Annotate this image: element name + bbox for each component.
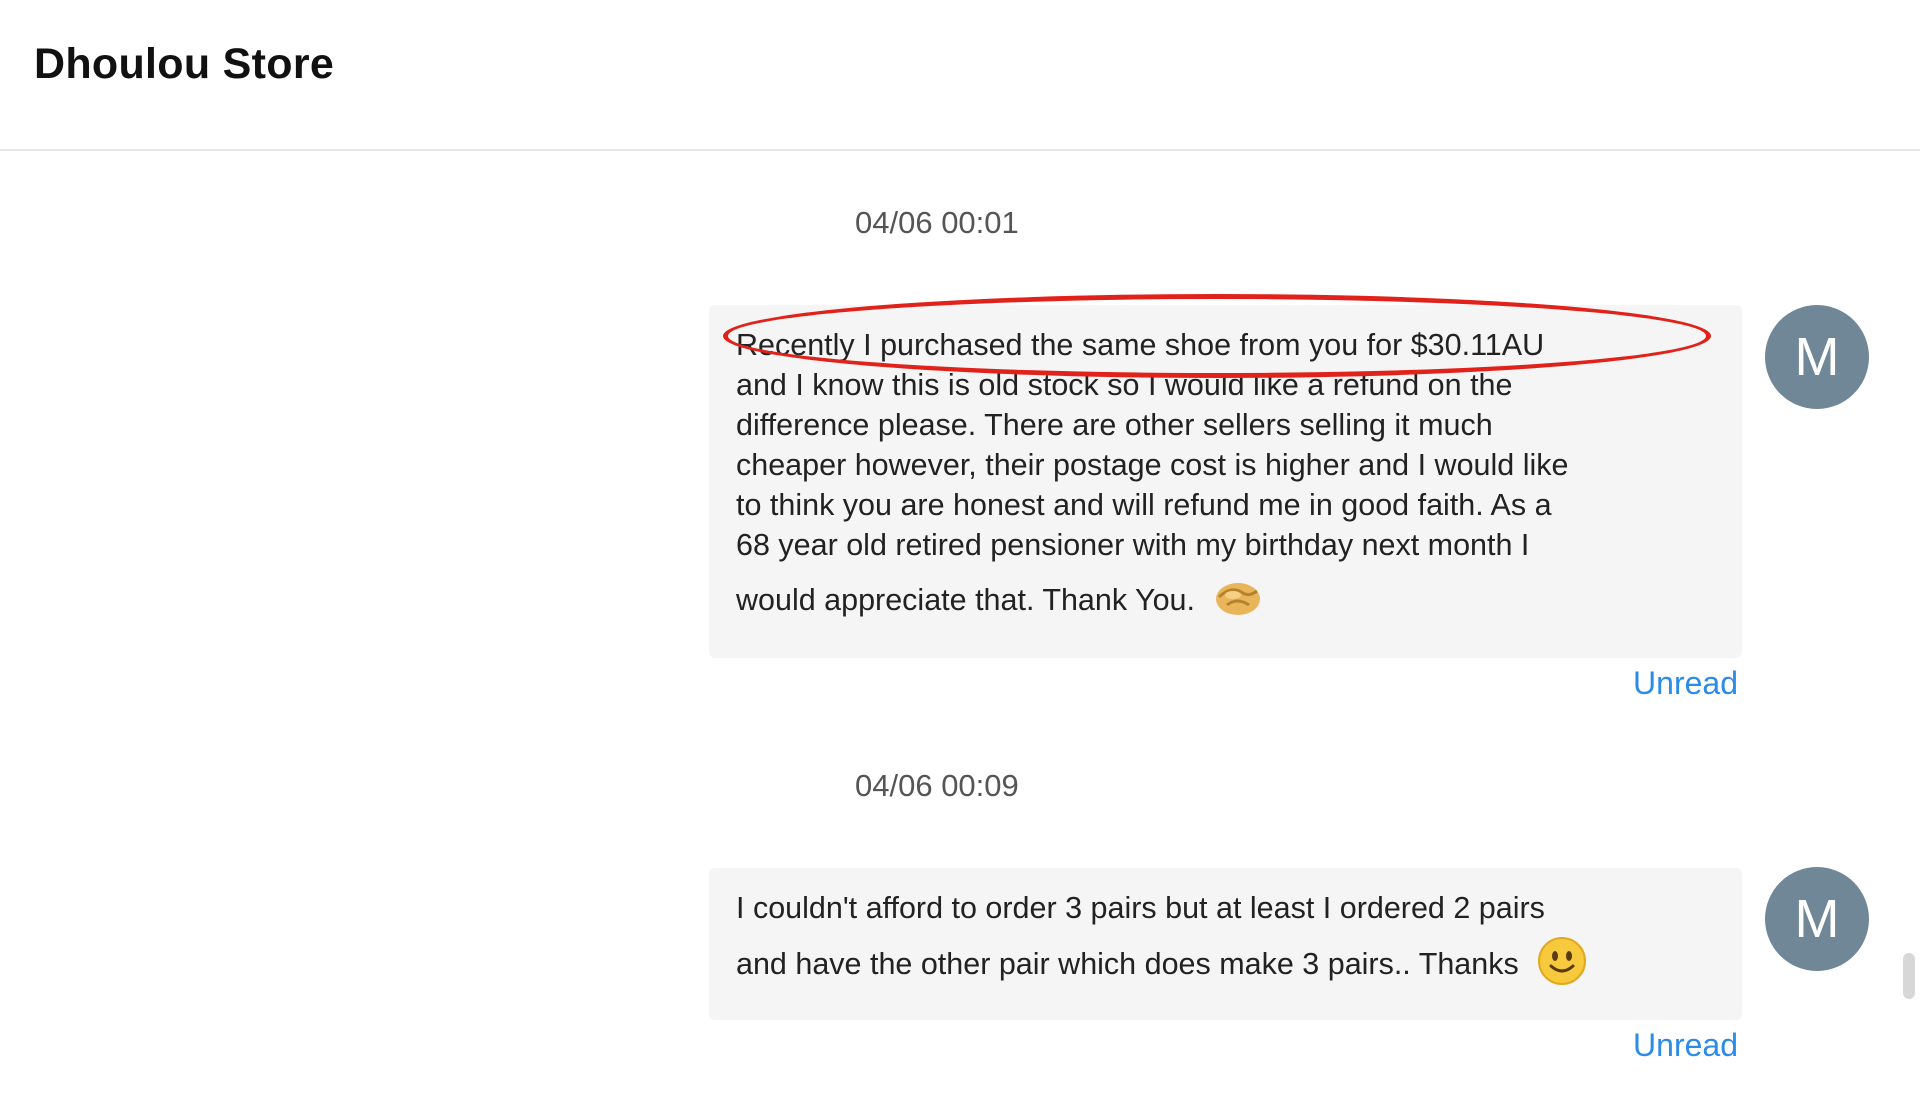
smiley-emoji-icon (1537, 936, 1587, 996)
avatar[interactable]: M (1765, 867, 1869, 971)
message-thread[interactable]: 04/06 00:01 Recently I purchased the sam… (0, 153, 1920, 1119)
message-line-last: would appreciate that. Thank You. (736, 575, 1712, 629)
handshake-emoji-icon (1213, 575, 1263, 629)
scrollbar-thumb[interactable] (1903, 953, 1915, 999)
read-status: Unread (1633, 1027, 1738, 1063)
store-name: Dhoulou Store (34, 40, 335, 88)
message-timestamp: 04/06 00:09 (855, 768, 1019, 803)
message-timestamp: 04/06 00:01 (855, 205, 1019, 240)
message-line: difference please. There are other selle… (736, 408, 1493, 442)
message-line: I couldn't afford to order 3 pairs but a… (736, 891, 1545, 925)
message-line-text: would appreciate that. Thank You. (736, 583, 1195, 618)
message-line-text: and have the other pair which does make … (736, 947, 1519, 982)
message-line: cheaper however, their postage cost is h… (736, 448, 1569, 482)
message-line: to think you are honest and will refund … (736, 488, 1552, 522)
chat-header: Dhoulou Store (0, 0, 1920, 151)
avatar[interactable]: M (1765, 305, 1869, 409)
message-bubble: Recently I purchased the same shoe from … (709, 305, 1742, 658)
read-status: Unread (1633, 665, 1738, 701)
message-line: 68 year old retired pensioner with my bi… (736, 528, 1530, 562)
message-line-last: and have the other pair which does make … (736, 936, 1712, 996)
message-line: Recently I purchased the same shoe from … (736, 328, 1545, 362)
message-line: and I know this is old stock so I would … (736, 368, 1513, 402)
message-bubble: I couldn't afford to order 3 pairs but a… (709, 868, 1742, 1020)
